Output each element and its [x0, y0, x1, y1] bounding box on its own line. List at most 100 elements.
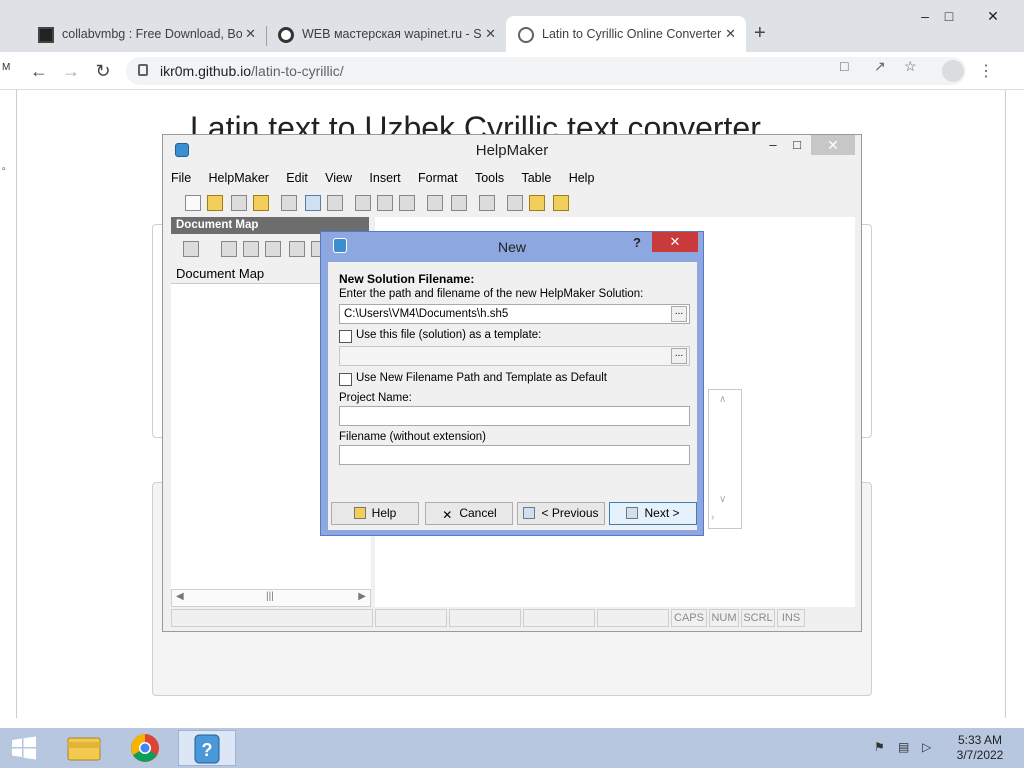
- scroll-left-icon[interactable]: ◀: [176, 591, 184, 602]
- books-icon: [353, 507, 366, 519]
- print-icon[interactable]: [281, 195, 297, 211]
- menu-helpmaker[interactable]: HelpMaker: [209, 171, 269, 185]
- previous-button[interactable]: < Previous: [517, 502, 605, 525]
- image-icon[interactable]: [289, 241, 305, 257]
- browse-path-button[interactable]: ...: [671, 306, 687, 322]
- close-button[interactable]: ✕: [811, 135, 855, 155]
- helpmaker-menubar: File HelpMaker Edit View Insert Format T…: [171, 171, 851, 189]
- previous-button-label: < Previous: [541, 506, 599, 520]
- bookmark-star-icon[interactable]: ☆: [904, 58, 917, 75]
- menu-help[interactable]: Help: [569, 171, 595, 185]
- profile-avatar[interactable]: [942, 60, 964, 82]
- browser-toolbar: ← → ↻ ikr0m.github.io/latin-to-cyrillic/…: [0, 52, 1024, 90]
- next-button-label: Next >: [644, 506, 680, 520]
- filename-field[interactable]: [339, 445, 690, 465]
- menu-insert[interactable]: Insert: [369, 171, 400, 185]
- volume-muted-icon[interactable]: ▷: [922, 740, 931, 754]
- helpmaker-toolbar: [171, 193, 851, 215]
- tab-wapinet[interactable]: WEB мастерская wapinet.ru - Sc ✕: [266, 16, 506, 52]
- topic-icon[interactable]: [507, 195, 523, 211]
- reload-icon[interactable]: ↻: [92, 60, 114, 82]
- cut-icon[interactable]: [355, 195, 371, 211]
- url-text: ikr0m.github.io/latin-to-cyrillic/: [160, 63, 344, 79]
- menu-file[interactable]: File: [171, 171, 191, 185]
- close-tab-icon[interactable]: ✕: [485, 26, 496, 42]
- menu-kebab-icon[interactable]: ⋮: [978, 61, 994, 81]
- browse-template-button[interactable]: ...: [671, 348, 687, 364]
- windows-start-icon[interactable]: [10, 736, 38, 760]
- scroll-right-icon[interactable]: ▶: [358, 591, 366, 602]
- spellcheck-icon[interactable]: [327, 195, 343, 211]
- template-checkbox-label: Use this file (solution) as a template:: [356, 329, 542, 341]
- caps-indicator: CAPS: [671, 609, 707, 627]
- editor-scrollbar[interactable]: ∧ ∨ ›: [708, 389, 742, 529]
- books-icon[interactable]: [553, 195, 569, 211]
- share-icon[interactable]: ↗: [874, 58, 886, 75]
- path-prompt-label: Enter the path and filename of the new H…: [339, 288, 644, 300]
- solution-path-field[interactable]: C:\Users\VM4\Documents\h.sh5 ...: [339, 304, 690, 324]
- save-all-icon[interactable]: [253, 195, 269, 211]
- maximize-button[interactable]: □: [934, 8, 964, 32]
- new-document-icon[interactable]: [185, 195, 201, 211]
- page-icon[interactable]: [265, 241, 281, 257]
- status-pane: [523, 609, 595, 627]
- status-bar: CAPS NUM SCRL INS: [171, 609, 855, 627]
- menu-edit[interactable]: Edit: [286, 171, 308, 185]
- cancel-button-label: Cancel: [459, 506, 497, 520]
- translate-icon[interactable]: □: [840, 58, 848, 74]
- close-tab-icon[interactable]: ✕: [725, 26, 736, 42]
- tab-latin-to-cyrillic[interactable]: Latin to Cyrillic Online Converter ✕: [506, 16, 746, 52]
- add-topic-icon[interactable]: [183, 241, 199, 257]
- chrome-icon[interactable]: [116, 730, 174, 766]
- close-window-button[interactable]: ✕: [978, 8, 1008, 32]
- template-path-field[interactable]: ...: [339, 346, 690, 366]
- forward-arrow-icon[interactable]: →: [60, 60, 82, 82]
- edit-topic-icon[interactable]: [221, 241, 237, 257]
- project-name-field[interactable]: [339, 406, 690, 426]
- menu-view[interactable]: View: [325, 171, 352, 185]
- back-arrow-icon[interactable]: ←: [28, 60, 50, 82]
- next-button[interactable]: Next >: [609, 502, 697, 525]
- cancel-button[interactable]: ✕ Cancel: [425, 502, 513, 525]
- template-checkbox[interactable]: [339, 330, 352, 343]
- tab-title: Latin to Cyrillic Online Converter: [542, 27, 722, 41]
- menu-tools[interactable]: Tools: [475, 171, 504, 185]
- eye-icon: [278, 27, 294, 43]
- redo-icon[interactable]: [451, 195, 467, 211]
- clock-date: 3/7/2022: [956, 748, 1004, 762]
- save-icon[interactable]: [231, 195, 247, 211]
- close-button[interactable]: ✕: [652, 232, 698, 252]
- list-icon[interactable]: [243, 241, 259, 257]
- scroll-right-icon[interactable]: ›: [711, 512, 714, 523]
- helpmaker-taskbar-icon[interactable]: ?: [178, 730, 236, 766]
- file-explorer-icon[interactable]: [56, 730, 114, 766]
- help-icon[interactable]: [529, 195, 545, 211]
- scroll-up-icon[interactable]: ∧: [719, 394, 726, 405]
- maximize-button[interactable]: □: [783, 137, 811, 157]
- scroll-thumb[interactable]: |||: [266, 591, 274, 602]
- paste-icon[interactable]: [399, 195, 415, 211]
- network-icon[interactable]: ▤: [898, 740, 909, 754]
- open-folder-icon[interactable]: [207, 195, 223, 211]
- scroll-down-icon[interactable]: ∨: [719, 494, 726, 505]
- help-question-button[interactable]: ?: [633, 235, 641, 250]
- menu-table[interactable]: Table: [521, 171, 551, 185]
- print-preview-icon[interactable]: [305, 195, 321, 211]
- properties-icon[interactable]: [479, 195, 495, 211]
- help-button[interactable]: Help: [331, 502, 419, 525]
- taskbar-clock[interactable]: 5:33 AM 3/7/2022: [948, 733, 1012, 763]
- svg-text:?: ?: [202, 740, 213, 760]
- menu-format[interactable]: Format: [418, 171, 458, 185]
- close-tab-icon[interactable]: ✕: [245, 26, 256, 42]
- tab-title: WEB мастерская wapinet.ru - Sc: [302, 27, 482, 41]
- new-tab-button[interactable]: +: [754, 22, 766, 45]
- tab-collabvmbg[interactable]: collabvmbg : Free Download, Bo ✕: [26, 16, 266, 52]
- clock-time: 5:33 AM: [957, 733, 1003, 747]
- copy-icon[interactable]: [377, 195, 393, 211]
- default-checkbox[interactable]: [339, 373, 352, 386]
- document-map-hscrollbar[interactable]: ◀ ||| ▶: [171, 589, 371, 607]
- action-center-flag-icon[interactable]: ⚑: [874, 740, 885, 754]
- status-pane: [597, 609, 669, 627]
- undo-icon[interactable]: [427, 195, 443, 211]
- side-marker-icon: M: [2, 62, 11, 73]
